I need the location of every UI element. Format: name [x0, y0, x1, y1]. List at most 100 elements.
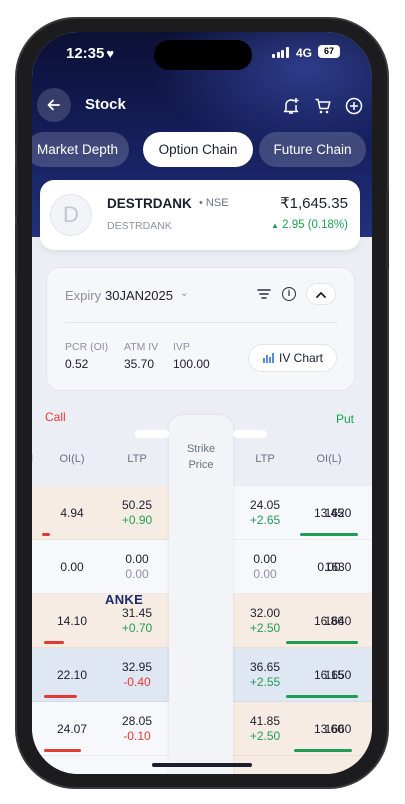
call-ltp-cell[interactable]: 32.95 -0.40 [107, 648, 167, 702]
strike-column: Strike Price 162016301640165016601670 [169, 415, 351, 774]
call-ltp-cell[interactable]: 28.05 -0.10 [107, 702, 167, 756]
put-ltp-cell[interactable]: 0.00 0.00 [235, 540, 295, 594]
stock-subtitle: DESTRDANK [107, 220, 172, 232]
expiry-panel: Expiry 30JAN2025 ⌄ i PCR (OI) 0.52 ATM I… [46, 267, 355, 391]
put-ltp-cell[interactable]: 41.85 +2.50 [235, 702, 295, 756]
strike-price: 1660 [324, 722, 352, 736]
strike-header-line1: Strike [186, 443, 216, 455]
arrow-left-icon [47, 99, 60, 111]
metric-value: 0.52 [65, 357, 89, 371]
cart-button[interactable] [312, 95, 334, 117]
back-button[interactable] [37, 88, 71, 122]
header-put-oi: OI(L) [316, 453, 342, 465]
up-arrow-icon: ▲ [271, 221, 279, 230]
power-button [386, 190, 389, 270]
bar-chart-icon [263, 353, 274, 363]
put-ltp-cell[interactable]: 24.05 +2.65 [235, 486, 295, 540]
header-call-ltp: LTP [127, 453, 147, 465]
scroll-handle-right[interactable] [233, 430, 267, 438]
put-ltp-cell[interactable]: 32.00 +2.50 [235, 594, 295, 648]
exchange-text: NSE [205, 197, 229, 209]
status-bar: 12:35 ♥ 4G 67 [32, 32, 372, 76]
put-change: 0.00 [253, 567, 277, 581]
add-button[interactable] [343, 95, 365, 117]
put-change: +2.55 [249, 675, 281, 689]
collapse-button[interactable] [306, 283, 336, 305]
tab-bar: Market Depth Option Chain Future Chain [32, 132, 372, 168]
metric-label: ATM IV [124, 341, 159, 353]
metric-ivp: IVP 100.00 [173, 341, 210, 371]
time-text: 12:35 [66, 45, 105, 62]
info-icon[interactable]: i [282, 287, 296, 301]
call-oi: 0.00 [60, 560, 84, 574]
chevron-up-icon [316, 291, 326, 298]
chevron-down-icon[interactable]: ⌄ [180, 288, 188, 299]
filter-button[interactable] [257, 287, 271, 305]
battery-icon: 67 [318, 45, 340, 58]
put-ltp: 32.00 [249, 606, 281, 620]
metric-label: IVP [173, 341, 190, 353]
stock-change-text: 2.95 (0.18%) [282, 219, 348, 231]
put-ltp-cell[interactable]: 36.65 +2.55 [235, 648, 295, 702]
call-oi: 24.07 [56, 722, 88, 736]
put-change: +2.50 [249, 729, 281, 743]
call-oi: 4.94 [60, 506, 84, 520]
call-change: 0.00 [125, 567, 149, 581]
call-ltp: 28.05 [121, 714, 153, 728]
stock-card[interactable]: D DESTRDANK • NSE DESTRDANK ₹1,645.35 ▲ … [40, 180, 360, 250]
call-label: Call [45, 410, 66, 424]
signal-icon [272, 47, 289, 58]
call-ltp: 0.00 [125, 552, 149, 566]
stock-price: ₹1,645.35 [280, 195, 348, 212]
stock-avatar: D [50, 194, 92, 236]
cart-icon [315, 98, 331, 114]
volume-up-button [15, 165, 18, 215]
metric-label: PCR (OI) [65, 341, 109, 353]
header-put-ltp: LTP [255, 453, 275, 465]
top-nav-bar: Stock [32, 88, 372, 124]
call-ltp: 32.95 [121, 660, 153, 674]
call-oi-bar [44, 641, 64, 644]
tab-market-depth[interactable]: Market Depth [32, 132, 129, 167]
call-ltp-cell[interactable]: 0.00 0.00 [107, 540, 167, 594]
put-ltp: 41.85 [249, 714, 281, 728]
call-change: -0.40 [123, 675, 151, 689]
filter-icon [257, 289, 271, 299]
scroll-handle-left[interactable] [135, 430, 169, 438]
call-change: +0.90 [121, 513, 153, 527]
stock-change: ▲ 2.95 (0.18%) [271, 219, 348, 231]
mute-switch [15, 118, 18, 146]
call-ltp: 31.45 [121, 606, 153, 620]
heart-icon: ♥ [106, 46, 115, 61]
tab-option-chain[interactable]: Option Chain [143, 132, 253, 167]
overlay-text: ANKE [105, 592, 144, 607]
volume-down-button [15, 225, 18, 275]
iv-chart-button[interactable]: IV Chart [248, 344, 337, 372]
call-change: +0.70 [121, 621, 153, 635]
bell-plus-icon [283, 98, 299, 114]
page-title: Stock [85, 96, 126, 113]
app-screen: 12:35 ♥ 4G 67 Stock Market Depth Option C… [32, 32, 372, 774]
put-change: +2.65 [249, 513, 281, 527]
put-change: +2.50 [249, 621, 281, 635]
metric-atm-iv: ATM IV 35.70 [124, 341, 158, 371]
call-ltp: 50.25 [121, 498, 153, 512]
header-call-oi: OI(L) [59, 453, 85, 465]
call-oi-bar [44, 695, 77, 698]
call-oi: 22.10 [56, 668, 88, 682]
put-ltp: 0.00 [253, 552, 277, 566]
header-strike-price: Strike Price [169, 441, 233, 473]
expiry-dropdown[interactable]: 30JAN2025 [105, 288, 173, 303]
call-oi-bar [44, 749, 81, 752]
tab-future-chain[interactable]: Future Chain [259, 132, 366, 167]
strike-price: 1670 [306, 756, 370, 774]
call-ltp-cell[interactable]: 50.25 +0.90 [107, 486, 167, 540]
strike-price: 1630 [324, 560, 352, 574]
add-alert-button[interactable] [280, 95, 302, 117]
strike-header-line2: Price [188, 459, 214, 471]
call-oi: 14.10 [56, 614, 88, 628]
put-label: Put [336, 412, 355, 426]
call-oi: 11.34 [46, 756, 98, 774]
metric-value: 35.70 [124, 357, 155, 371]
exchange-label: • NSE [199, 197, 229, 209]
